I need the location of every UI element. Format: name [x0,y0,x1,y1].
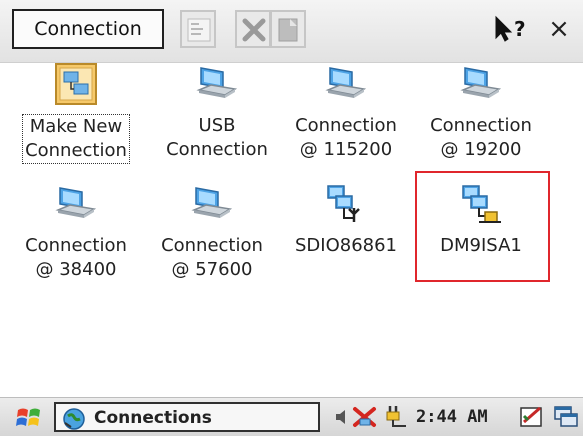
connection-115200-item[interactable]: Connection @ 115200 [276,62,416,162]
taskbar: Connections 2:44 AM [0,397,583,436]
item-label: Connection @ 57600 [161,235,263,280]
network-status-icon[interactable] [352,405,378,429]
help-label: ? [514,17,526,41]
windows-flag-icon [16,408,40,426]
make-new-connection-icon [55,63,97,105]
rename-button[interactable] [270,10,306,48]
close-button[interactable]: × [544,12,574,46]
network-computer-icon [460,67,502,98]
connection-menu-button[interactable]: Connection [12,9,164,49]
item-label: Make New Connection [22,114,130,164]
item-label: USB Connection [166,115,268,160]
clock: 2:44 AM [416,407,488,427]
connections-task-button[interactable]: Connections [54,402,320,432]
highlight-box [415,171,550,282]
properties-button[interactable] [180,10,216,48]
wireless-adapter-icon [327,185,360,222]
item-label: Connection @ 38400 [25,235,127,280]
item-label: SDIO86861 [294,235,398,256]
item-label: Connection @ 19200 [430,115,532,160]
help-button[interactable]: ? [490,14,536,44]
network-computer-icon [196,67,238,98]
system-tray: 2:44 AM [330,402,583,432]
make-new-connection-item[interactable]: Make New Connection [6,62,146,164]
desktop-windows-icon[interactable] [552,404,580,430]
usb-connection-item[interactable]: USB Connection [147,62,287,162]
connections-globe-icon [63,408,85,430]
rename-icon [278,18,298,42]
delete-icon [242,18,266,42]
sdio86861-item[interactable]: SDIO86861 [276,182,416,258]
task-label: Connections [94,408,212,428]
network-computer-icon [191,187,233,218]
connection-38400-item[interactable]: Connection @ 38400 [6,182,146,282]
properties-icon [187,18,211,42]
network-computer-icon [55,187,97,218]
item-label: Connection @ 115200 [295,115,397,160]
connection-19200-item[interactable]: Connection @ 19200 [411,62,551,162]
connection-57600-item[interactable]: Connection @ 57600 [142,182,282,282]
delete-button[interactable] [235,10,271,48]
help-pointer-icon: ? [495,15,526,42]
input-panel-icon[interactable] [518,404,546,430]
power-plug-icon[interactable] [382,404,410,430]
start-button[interactable] [12,404,46,432]
network-computer-icon [325,67,367,98]
volume-icon[interactable] [332,407,352,427]
toolbar: Connection ? × [0,0,583,63]
